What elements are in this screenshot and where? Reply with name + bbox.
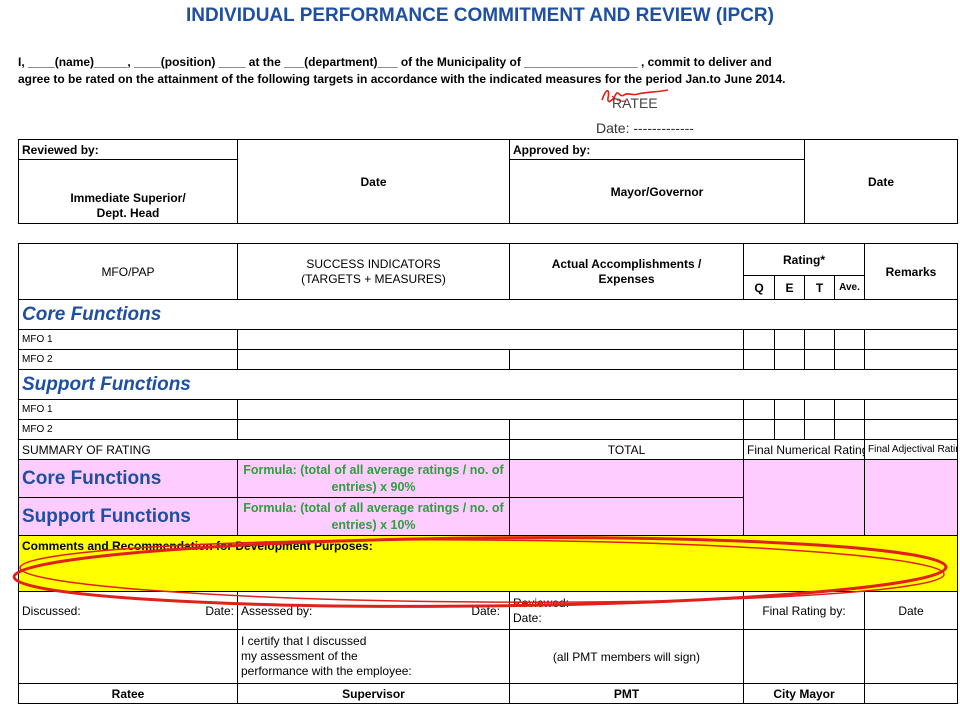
core-mfo-2-label: MFO 2 xyxy=(18,349,238,370)
summary-core-functions-label: Core Functions xyxy=(18,459,238,498)
core-mfo-1-e-cell[interactable] xyxy=(774,329,805,350)
final-numerical-rating-header: Final Numerical Rating xyxy=(743,439,865,460)
rating-q-header: Q xyxy=(743,275,775,300)
blank-role-cell xyxy=(864,683,958,704)
supervisor-role-label: Supervisor xyxy=(237,683,510,704)
core-mfo-2-e-cell[interactable] xyxy=(774,349,805,370)
final-adjectival-rating-header: Final Adjectival Rating xyxy=(864,439,958,460)
support-mfo-2-remarks-cell[interactable] xyxy=(864,419,958,440)
city-mayor-signature-cell[interactable] xyxy=(743,629,865,684)
core-formula: Formula: (total of all average ratings /… xyxy=(237,459,510,498)
core-mfo-1-q-cell[interactable] xyxy=(743,329,775,350)
actual-accomplishments-line-2: Expenses xyxy=(598,271,655,286)
core-mfo-2-accomplishment-cell[interactable] xyxy=(509,349,744,370)
support-total-cell[interactable] xyxy=(509,497,744,536)
core-mfo-1-indicator-cell[interactable] xyxy=(237,329,744,350)
core-mfo-2-t-cell[interactable] xyxy=(804,349,835,370)
support-mfo-2-accomplishment-cell[interactable] xyxy=(509,419,744,440)
final-numerical-rating-cell[interactable] xyxy=(743,459,865,536)
page-title: INDIVIDUAL PERFORMANCE COMMITMENT AND RE… xyxy=(186,5,774,26)
commitment-statement: I, ____(name)_____, ____(position) ____ … xyxy=(18,54,948,88)
city-mayor-role-label: City Mayor xyxy=(743,683,865,704)
mfo-pap-header: MFO/PAP xyxy=(18,243,238,300)
red-annotation-oval xyxy=(12,536,948,608)
support-mfo-1-q-cell[interactable] xyxy=(743,399,775,420)
core-mfo-1-t-cell[interactable] xyxy=(804,329,835,350)
core-total-cell[interactable] xyxy=(509,459,744,498)
core-mfo-1-remarks-cell[interactable] xyxy=(864,329,958,350)
support-mfo-2-indicator-cell[interactable] xyxy=(237,419,510,440)
core-mfo-2-remarks-cell[interactable] xyxy=(864,349,958,370)
commitment-line-1: I, ____(name)_____, ____(position) ____ … xyxy=(18,55,772,69)
support-mfo-1-ave-cell[interactable] xyxy=(834,399,865,420)
success-indicators-header: SUCCESS INDICATORS (TARGETS + MEASURES) xyxy=(237,243,510,300)
immediate-superior-line-2: Dept. Head xyxy=(96,206,160,220)
support-mfo-1-indicator-cell[interactable] xyxy=(237,399,744,420)
core-mfo-1-ave-cell[interactable] xyxy=(834,329,865,350)
approval-date-header: Date xyxy=(804,139,958,224)
rating-ave-header: Ave. xyxy=(834,275,865,300)
core-mfo-1-label: MFO 1 xyxy=(18,329,238,350)
commitment-line-2: agree to be rated on the attainment of t… xyxy=(18,72,786,86)
review-date-header: Date xyxy=(237,139,510,224)
table-row: MFO 2 xyxy=(18,419,958,440)
mayor-governor-cell[interactable]: Mayor/Governor xyxy=(509,159,805,224)
immediate-superior-cell[interactable]: Immediate Superior/ Dept. Head xyxy=(18,159,238,224)
immediate-superior-line-1: Immediate Superior/ xyxy=(70,191,186,205)
remarks-header: Remarks xyxy=(864,243,958,300)
rating-header: Rating* xyxy=(743,243,865,276)
ratee-role-label: Ratee xyxy=(18,683,238,704)
ratee-signature-cell[interactable] xyxy=(18,629,238,684)
support-formula: Formula: (total of all average ratings /… xyxy=(237,497,510,536)
success-indicators-line-2: (TARGETS + MEASURES) xyxy=(301,271,446,286)
ratee-label: RATEE xyxy=(612,95,658,111)
support-mfo-2-label: MFO 2 xyxy=(18,419,238,440)
reviewed-by-label: Reviewed by: xyxy=(18,139,238,160)
final-date-cell[interactable] xyxy=(864,629,958,684)
success-indicators-line-1: SUCCESS INDICATORS xyxy=(306,256,441,271)
ipcr-main-table: MFO/PAP SUCCESS INDICATORS (TARGETS + ME… xyxy=(18,243,958,704)
support-functions-heading: Support Functions xyxy=(18,369,958,400)
table-row: MFO 1 xyxy=(18,399,958,420)
support-mfo-2-e-cell[interactable] xyxy=(774,419,805,440)
core-mfo-2-ave-cell[interactable] xyxy=(834,349,865,370)
certify-line-1: I certify that I discussed xyxy=(241,634,367,648)
actual-accomplishments-line-1: Actual Accomplishments / xyxy=(551,256,702,271)
support-mfo-2-ave-cell[interactable] xyxy=(834,419,865,440)
core-mfo-2-q-cell[interactable] xyxy=(743,349,775,370)
support-mfo-2-t-cell[interactable] xyxy=(804,419,835,440)
support-mfo-2-q-cell[interactable] xyxy=(743,419,775,440)
summary-total-header: TOTAL xyxy=(509,439,744,460)
support-mfo-1-t-cell[interactable] xyxy=(804,399,835,420)
rating-e-header: E xyxy=(774,275,805,300)
summary-support-functions-label: Support Functions xyxy=(18,497,238,536)
rating-t-header: T xyxy=(804,275,835,300)
summary-of-rating-label: SUMMARY OF RATING xyxy=(18,439,510,460)
approved-by-label: Approved by: xyxy=(509,139,805,160)
certify-line-3: performance with the employee: xyxy=(241,664,412,678)
certify-line-2: my assessment of the xyxy=(241,649,358,663)
ratee-date: Date: ------------- xyxy=(596,120,694,136)
reviewed-date-label: Date: xyxy=(513,610,542,625)
core-mfo-2-indicator-cell[interactable] xyxy=(237,349,510,370)
pmt-sign-cell[interactable]: (all PMT members will sign) xyxy=(509,629,744,684)
table-row: MFO 1 xyxy=(18,329,958,350)
support-mfo-1-remarks-cell[interactable] xyxy=(864,399,958,420)
pmt-role-label: PMT xyxy=(509,683,744,704)
actual-accomplishments-header: Actual Accomplishments / Expenses xyxy=(509,243,744,300)
table-row: MFO 2 xyxy=(18,349,958,370)
core-functions-heading: Core Functions xyxy=(18,299,958,330)
support-mfo-1-label: MFO 1 xyxy=(18,399,238,420)
supervisor-certify-cell[interactable]: I certify that I discussed my assessment… xyxy=(237,629,510,684)
review-approval-table: Reviewed by: Date Approved by: Date Imme… xyxy=(18,139,958,224)
final-adjectival-rating-cell[interactable] xyxy=(864,459,958,536)
support-mfo-1-e-cell[interactable] xyxy=(774,399,805,420)
